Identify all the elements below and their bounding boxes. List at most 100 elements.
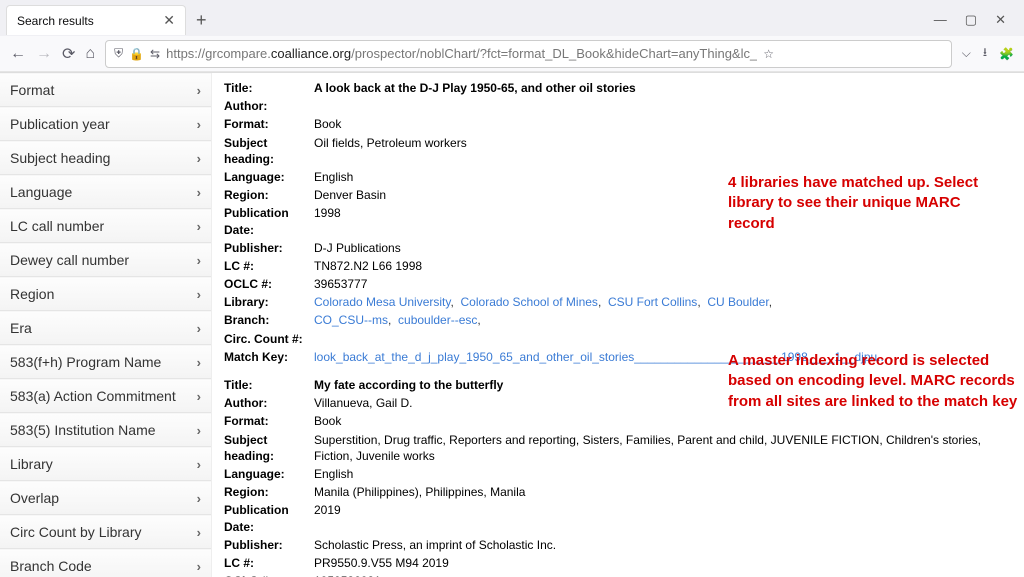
field-label: Library: — [224, 294, 314, 310]
filter-dewey[interactable]: Dewey call number› — [0, 243, 211, 277]
browser-tab[interactable]: Search results ✕ — [6, 5, 186, 35]
chevron-right-icon: › — [197, 287, 201, 302]
annotation-text: 4 libraries have matched up. Select libr… — [728, 173, 1008, 234]
field-label: Title: — [224, 80, 314, 96]
field-label: Author: — [224, 395, 314, 411]
field-label: Region: — [224, 187, 314, 203]
chevron-right-icon: › — [197, 185, 201, 200]
permissions-icon[interactable]: ⇆ — [150, 47, 160, 61]
library-link[interactable]: Colorado School of Mines — [461, 295, 598, 309]
url-text: https://grcompare.coalliance.org/prospec… — [166, 46, 757, 61]
chevron-right-icon: › — [197, 219, 201, 234]
field-label: Publisher: — [224, 537, 314, 553]
new-tab-button[interactable]: + — [196, 10, 207, 31]
record-pubdate: 2019 — [314, 502, 1012, 534]
record-format: Book — [314, 413, 1012, 429]
filter-lc[interactable]: LC call number› — [0, 209, 211, 243]
close-icon[interactable]: ✕ — [163, 12, 175, 29]
filter-5835[interactable]: 583(5) Institution Name› — [0, 413, 211, 447]
window-controls: — ▢ ✕ — [934, 12, 1018, 28]
back-button[interactable]: ← — [10, 45, 26, 63]
field-label: Region: — [224, 484, 314, 500]
record-language: English — [314, 466, 1012, 482]
forward-button[interactable]: → — [36, 45, 52, 63]
filter-format[interactable]: Format› — [0, 73, 211, 107]
sidebar: Format› Publication year› Subject headin… — [0, 73, 212, 577]
record-lc: PR9550.9.V55 M94 2019 — [314, 555, 1012, 571]
chevron-right-icon: › — [197, 151, 201, 166]
extensions-icon[interactable]: 🧩 — [999, 47, 1014, 61]
field-label: LC #: — [224, 258, 314, 274]
record-oclc: 1050586021 — [314, 573, 1012, 577]
reload-button[interactable]: ⟳ — [62, 44, 75, 64]
filter-583fh[interactable]: 583(f+h) Program Name› — [0, 345, 211, 379]
filter-library[interactable]: Library› — [0, 447, 211, 481]
chevron-right-icon: › — [197, 423, 201, 438]
chevron-right-icon: › — [197, 355, 201, 370]
shield-icon[interactable]: ⛨ — [114, 46, 123, 61]
library-link[interactable]: CSU Fort Collins — [608, 295, 697, 309]
record-publisher: Scholastic Press, an imprint of Scholast… — [314, 537, 1012, 553]
record-publisher: D-J Publications — [314, 240, 1012, 256]
field-label: Format: — [224, 116, 314, 132]
field-label: Language: — [224, 169, 314, 185]
pocket-icon[interactable]: ⌵ — [962, 46, 971, 61]
chevron-right-icon: › — [197, 389, 201, 404]
chevron-right-icon: › — [197, 559, 201, 574]
record-libraries: Colorado Mesa University, Colorado Schoo… — [314, 294, 1012, 310]
field-label: LC #: — [224, 555, 314, 571]
record-subject: Superstition, Drug traffic, Reporters an… — [314, 432, 1012, 464]
library-link[interactable]: CU Boulder — [707, 295, 768, 309]
filter-region[interactable]: Region› — [0, 277, 211, 311]
chevron-right-icon: › — [197, 253, 201, 268]
branch-link[interactable]: CO_CSU--ms — [314, 313, 388, 327]
record-oclc: 39653777 — [314, 276, 1012, 292]
chevron-right-icon: › — [197, 491, 201, 506]
home-button[interactable]: ⌂ — [85, 45, 95, 63]
filter-branch[interactable]: Branch Code› — [0, 549, 211, 577]
tab-bar: Search results ✕ + — ▢ ✕ — [0, 0, 1024, 36]
library-link[interactable]: Colorado Mesa University — [314, 295, 451, 309]
field-label: Author: — [224, 98, 314, 114]
field-label: Publisher: — [224, 240, 314, 256]
download-icon[interactable]: ⭳ — [983, 43, 987, 64]
record-region: Manila (Philippines), Philippines, Manil… — [314, 484, 1012, 500]
maximize-icon[interactable]: ▢ — [965, 12, 977, 28]
record-lc: TN872.N2 L66 1998 — [314, 258, 1012, 274]
chevron-right-icon: › — [197, 525, 201, 540]
lock-icon[interactable]: 🔒 — [129, 47, 144, 61]
browser-chrome: Search results ✕ + — ▢ ✕ ← → ⟳ ⌂ ⛨ 🔒 ⇆ h… — [0, 0, 1024, 73]
minimize-icon[interactable]: — — [934, 12, 947, 28]
record-format: Book — [314, 116, 1012, 132]
field-label: OCLC #: — [224, 276, 314, 292]
filter-language[interactable]: Language› — [0, 175, 211, 209]
record-title: A look back at the D-J Play 1950-65, and… — [314, 80, 1012, 96]
results-panel: Title:A look back at the D-J Play 1950-6… — [212, 73, 1024, 577]
record-subject: Oil fields, Petroleum workers — [314, 135, 1012, 167]
toolbar-right: ⌵ ⭳ 🧩 — [962, 43, 1014, 64]
tab-title: Search results — [17, 14, 94, 28]
field-label: Title: — [224, 377, 314, 393]
filter-overlap[interactable]: Overlap› — [0, 481, 211, 515]
field-label: Format: — [224, 413, 314, 429]
field-label: Circ. Count #: — [224, 331, 314, 347]
field-label: Language: — [224, 466, 314, 482]
field-label: OCLC #: — [224, 573, 314, 577]
filter-583a[interactable]: 583(a) Action Commitment› — [0, 379, 211, 413]
bookmark-icon[interactable]: ☆ — [763, 47, 774, 61]
filter-circ[interactable]: Circ Count by Library› — [0, 515, 211, 549]
chevron-right-icon: › — [197, 457, 201, 472]
annotation-text: A master indexing record is selected bas… — [728, 351, 1018, 412]
field-label: Branch: — [224, 312, 314, 328]
filter-era[interactable]: Era› — [0, 311, 211, 345]
chevron-right-icon: › — [197, 321, 201, 336]
field-label: Subject heading: — [224, 432, 314, 464]
filter-subject[interactable]: Subject heading› — [0, 141, 211, 175]
url-bar[interactable]: ⛨ 🔒 ⇆ https://grcompare.coalliance.org/p… — [105, 40, 952, 68]
content-area: Format› Publication year› Subject headin… — [0, 73, 1024, 577]
record-branches: CO_CSU--ms, cuboulder--esc, — [314, 312, 1012, 328]
branch-link[interactable]: cuboulder--esc — [398, 313, 477, 327]
filter-pubyear[interactable]: Publication year› — [0, 107, 211, 141]
close-window-icon[interactable]: ✕ — [995, 12, 1006, 28]
field-label: Publication Date: — [224, 205, 314, 237]
